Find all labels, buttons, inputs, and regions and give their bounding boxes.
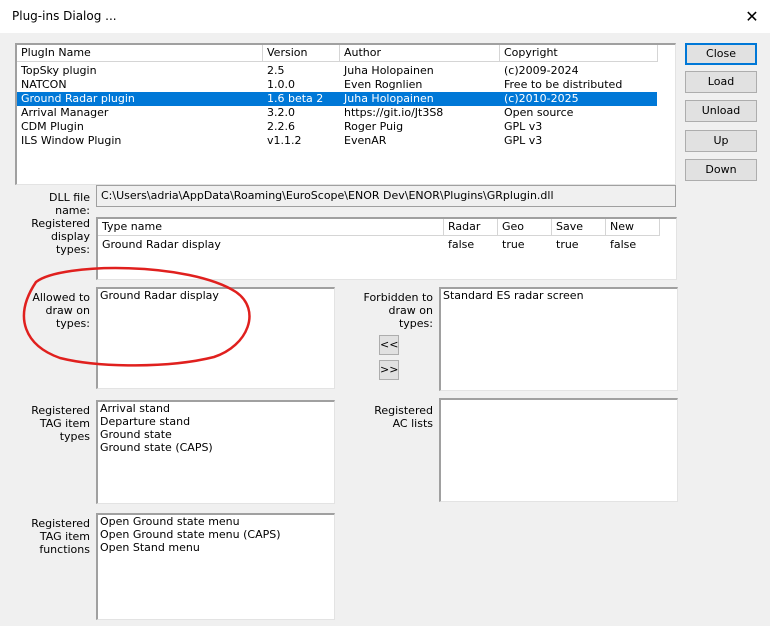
tag-type-item[interactable]: Departure stand <box>98 415 334 428</box>
tag-functions-label-line1: Registered <box>31 517 90 530</box>
forbidden-types-list[interactable]: Standard ES radar screen <box>439 287 678 391</box>
plugin-name: CDM Plugin <box>21 120 84 133</box>
plugin-author: https://git.io/Jt3S8 <box>344 106 444 119</box>
forbidden-type-item[interactable]: Standard ES radar screen <box>441 289 677 302</box>
up-button[interactable]: Up <box>685 130 757 152</box>
display-type-geo: true <box>502 238 525 251</box>
display-type-new: false <box>610 238 637 251</box>
tag-function-item[interactable]: Open Ground state menu <box>98 515 334 528</box>
tag-types-label-line2: TAG item <box>39 417 90 430</box>
col-version[interactable]: Version <box>263 45 340 62</box>
plugin-version: 3.2.0 <box>267 106 295 119</box>
col-new[interactable]: New <box>606 219 660 236</box>
dll-label: DLL file name: <box>49 191 90 217</box>
plugin-row[interactable]: TopSky plugin 2.5 Juha Holopainen (c)2009-2… <box>17 64 657 78</box>
plugin-name: TopSky plugin <box>21 64 97 77</box>
plugin-copyright: GPL v3 <box>504 120 543 133</box>
title-bar: Plug-ins Dialog ... ✕ <box>0 0 770 33</box>
display-types-label-line1: Registered <box>31 217 90 230</box>
display-types-label-line3: types: <box>55 243 90 256</box>
plugin-name: NATCON <box>21 78 67 91</box>
tag-function-item[interactable]: Open Stand menu <box>98 541 334 554</box>
col-plugin-name[interactable]: PlugIn Name <box>17 45 263 62</box>
allowed-label-line3: types: <box>55 317 90 330</box>
plugin-row[interactable]: CDM Plugin 2.2.6 Roger Puig GPL v3 <box>17 120 657 134</box>
plugin-version: v1.1.2 <box>267 134 302 147</box>
plugin-author: Even Rognlien <box>344 78 423 91</box>
tag-type-item[interactable]: Ground state <box>98 428 334 441</box>
tag-type-item[interactable]: Arrival stand <box>98 402 334 415</box>
plugin-name: Ground Radar plugin <box>21 92 135 105</box>
plugin-copyright: Free to be distributed <box>504 78 623 91</box>
plugins-list-header: PlugIn Name Version Author Copyright <box>17 45 675 62</box>
window-title: Plug-ins Dialog ... <box>12 9 117 23</box>
move-right-button[interactable]: >> <box>379 360 399 380</box>
plugin-row[interactable]: Ground Radar plugin 1.6 beta 2 Juha Holopa… <box>17 92 657 106</box>
dialog-client: PlugIn Name Version Author Copyright Top… <box>0 33 770 626</box>
display-types-label-line2: display <box>50 230 90 243</box>
plugin-copyright: Open source <box>504 106 574 119</box>
forbidden-label-line3: types: <box>398 317 433 330</box>
allowed-types-list[interactable]: Ground Radar display <box>96 287 335 389</box>
plugin-version: 1.0.0 <box>267 78 295 91</box>
tag-item-types-label: Registered TAG item types <box>14 404 90 443</box>
col-copyright[interactable]: Copyright <box>500 45 658 62</box>
plugin-author: EvenAR <box>344 134 387 147</box>
display-type-name: Ground Radar display <box>102 238 221 251</box>
tag-function-item[interactable]: Open Ground state menu (CAPS) <box>98 528 334 541</box>
col-author[interactable]: Author <box>340 45 500 62</box>
tag-types-label-line3: types <box>59 430 90 443</box>
plugin-version: 1.6 beta 2 <box>267 92 324 105</box>
tag-functions-label-line3: functions <box>39 543 90 556</box>
plugin-row[interactable]: ILS Window Plugin v1.1.2 EvenAR GPL v3 <box>17 134 657 148</box>
unload-button[interactable]: Unload <box>685 100 757 122</box>
tag-item-types-list[interactable]: Arrival stand Departure stand Ground sta… <box>96 400 335 504</box>
display-types-label: Registered display types: <box>14 217 90 256</box>
tag-functions-label: Registered TAG item functions <box>14 517 90 556</box>
close-button[interactable]: Close <box>685 43 757 65</box>
plugin-row[interactable]: NATCON 1.0.0 Even Rognlien Free to be distr… <box>17 78 657 92</box>
plugin-copyright: GPL v3 <box>504 134 543 147</box>
load-button[interactable]: Load <box>685 71 757 93</box>
plugin-copyright: (c)2010-2025 <box>504 92 579 105</box>
forbidden-label-line2: draw on <box>388 304 433 317</box>
allowed-type-item[interactable]: Ground Radar display <box>98 289 334 302</box>
display-types-header: Type name Radar Geo Save New <box>98 219 676 236</box>
tag-functions-label-line2: TAG item <box>39 530 90 543</box>
down-button[interactable]: Down <box>685 159 757 181</box>
ac-lists-label-line1: Registered <box>374 404 433 417</box>
plugin-version: 2.2.6 <box>267 120 295 133</box>
dll-path-field: C:\Users\adria\AppData\Roaming\EuroScope… <box>96 185 676 207</box>
allowed-label-line2: draw on <box>45 304 90 317</box>
ac-lists-label: Registered AC lists <box>355 404 433 430</box>
plugin-version: 2.5 <box>267 64 285 77</box>
window-close-button[interactable]: ✕ <box>734 0 770 33</box>
display-type-save: true <box>556 238 579 251</box>
allowed-label-line1: Allowed to <box>32 291 90 304</box>
tag-functions-list[interactable]: Open Ground state menu Open Ground state… <box>96 513 335 620</box>
display-types-list[interactable]: Type name Radar Geo Save New Ground Rada… <box>96 217 677 280</box>
col-save[interactable]: Save <box>552 219 606 236</box>
col-type-name[interactable]: Type name <box>98 219 444 236</box>
ac-lists-label-line2: AC lists <box>392 417 433 430</box>
plugin-name: ILS Window Plugin <box>21 134 122 147</box>
plugin-author: Juha Holopainen <box>344 92 434 105</box>
forbidden-label-line1: Forbidden to <box>363 291 433 304</box>
allowed-types-label: Allowed to draw on types: <box>14 291 90 330</box>
display-type-row[interactable]: Ground Radar display false true true fal… <box>98 238 668 252</box>
plugin-row[interactable]: Arrival Manager 3.2.0 https://git.io/Jt3S8… <box>17 106 657 120</box>
ac-lists-list[interactable] <box>439 398 678 502</box>
forbidden-types-label: Forbidden to draw on types: <box>355 291 433 330</box>
tag-type-item[interactable]: Ground state (CAPS) <box>98 441 334 454</box>
plugin-name: Arrival Manager <box>21 106 109 119</box>
plugin-author: Roger Puig <box>344 120 404 133</box>
col-geo[interactable]: Geo <box>498 219 552 236</box>
plugins-list[interactable]: PlugIn Name Version Author Copyright Top… <box>15 43 676 185</box>
plugin-copyright: (c)2009-2024 <box>504 64 579 77</box>
move-left-button[interactable]: << <box>379 335 399 355</box>
display-type-radar: false <box>448 238 475 251</box>
plugin-author: Juha Holopainen <box>344 64 434 77</box>
col-radar[interactable]: Radar <box>444 219 498 236</box>
tag-types-label-line1: Registered <box>31 404 90 417</box>
